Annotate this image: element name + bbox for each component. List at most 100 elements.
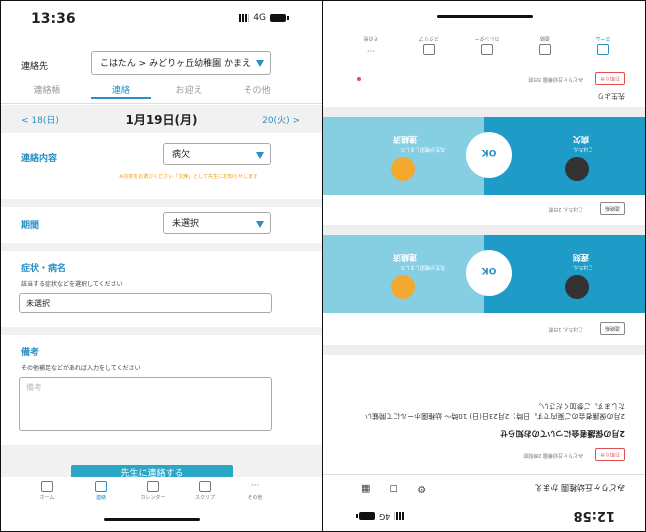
nav-scrap[interactable]: スクリプ [185,481,225,501]
section-gap [1,243,322,251]
school-name[interactable]: みどりヶ丘幼稚園 かまえ [534,482,625,493]
nav-more-label: その他 [363,35,379,41]
nav-more[interactable]: ··· その他 [351,35,391,55]
notice-card[interactable]: お知らせ みどりヶ丘幼稚園 2時間前 2月の保護者会についてのお知らせ 2月の保… [323,355,645,473]
more-icon: ··· [366,45,376,55]
symptom-label: 症状・病名 [21,264,67,274]
content-select[interactable]: 病欠 [163,143,271,165]
symptom-value: 未選択 [26,299,50,308]
notice-meta: みどりヶ丘幼稚園 2時間前 [523,452,583,458]
notice-card-2[interactable]: 先生より お知らせ みどりヶ丘幼稚園 3日前 [323,57,645,107]
right-phone-wrapper: 12:58 4G みどりヶ丘幼稚園 かまえ ⚙ ◻ ▦ お知らせ みどりヶ丘幼稚… [323,1,645,531]
band-sub-left: こはたん [573,264,593,270]
calendar-icon [481,44,493,55]
notice-title: 2月の保護者会についてのお知らせ [499,429,625,438]
message-meta: こはたん 1日前 [548,326,583,332]
message-badge: 連絡帳 [599,322,625,335]
notice-badge: お知らせ [595,72,625,85]
nav-home-label: ホーム [595,35,611,41]
right-phone-screen: 12:58 4G みどりヶ丘幼稚園 かまえ ⚙ ◻ ▦ お知らせ みどりヶ丘幼稚… [323,1,645,531]
message-card-1[interactable]: 連絡帳 こはたん 1日前 [323,313,645,345]
bottom-nav: ホーム 連絡 カレンダー スクリプ ··· その他 [323,19,645,59]
symptom-hint: 該当する症状などを選択してください [21,281,123,288]
child-avatar [565,275,589,299]
message-badge: 連絡帳 [599,202,625,215]
band-status-right: 連絡済 [393,135,417,144]
message-icon [539,44,551,55]
section-gap [1,199,322,207]
period-label: 期間 [21,221,40,231]
header-icons[interactable]: ⚙ ◻ ▦ [353,483,426,494]
status-time: 12:58 [573,508,615,523]
tab-notebook[interactable]: 連絡帳 [17,83,77,96]
content-note: ※内容をお選びください「欠席」として先生にお知らせします [119,174,258,180]
symptom-field[interactable]: 未選択 [19,293,272,313]
nav-calendar[interactable]: カレンダー [133,481,173,501]
content-label: 連絡内容 [21,154,58,164]
nav-more-label: その他 [247,495,263,501]
nav-contact[interactable]: 連絡 [81,481,121,501]
left-phone-screen: 13:36 4G 連絡先 こはたん > みどりヶ丘幼稚園 かまえ 連絡帳 連絡 … [1,1,322,531]
next-date-button[interactable]: 20(火) > [262,113,300,126]
notice-meta: みどりヶ丘幼稚園 3日前 [528,76,583,82]
network-label: 4G [253,13,266,23]
band-sub-right: 先生が確認しました [399,146,445,152]
nav-calendar[interactable]: カレンダー [467,35,507,55]
tab-pickup[interactable]: お迎え [159,83,219,96]
remarks-section: 備考 その他補足などがあれば入力をしてください 備考 [1,335,322,445]
symptom-section: 症状・病名 該当する症状などを選択してください 未選択 [1,251,322,327]
band-status-left: 病欠 [573,135,589,144]
nav-scrap-label: スクリプ [194,495,215,501]
tab-bar: 連絡帳 連絡 お迎え その他 [1,83,322,104]
message-meta: こはたん 2日前 [548,206,583,212]
active-tab-indicator [91,97,151,99]
card-gap [323,345,645,355]
period-select[interactable]: 未選択 [163,212,271,234]
school-avatar [391,275,415,299]
remarks-textarea[interactable]: 備考 [19,377,272,431]
nav-scrap[interactable]: スクリプ [409,35,449,55]
home-icon [41,481,53,492]
band-sub-left: こはたん [573,146,593,152]
tab-other[interactable]: その他 [227,83,287,96]
date-bar: < 18(日) 1月19日(月) 20(火) > [1,105,322,133]
battery-icon [270,14,289,22]
ok-circle[interactable]: OK [466,250,512,296]
calendar-icon [147,481,159,492]
band-right [323,235,484,313]
band-status-right: 連絡済 [393,253,417,262]
nav-scrap-label: スクリプ [419,35,440,41]
nav-contact-label: 連絡 [540,35,551,41]
contact-select[interactable]: こはたん > みどりヶ丘幼稚園 かまえ [91,51,271,75]
ok-circle[interactable]: OK [466,132,512,178]
nav-home[interactable]: ホーム [583,35,623,55]
remarks-hint: その他補足などがあれば入力をしてください [21,365,141,372]
chevron-down-icon [256,152,264,159]
band-sub-right: 先生が確認しました [399,264,445,270]
band-right [323,117,484,195]
header: みどりヶ丘幼稚園 かまえ ⚙ ◻ ▦ [323,474,645,499]
child-avatar [565,157,589,181]
home-indicator [437,15,533,18]
signal-icon [239,14,250,22]
content-value: 病欠 [172,150,191,160]
period-section: 期間 未選択 [1,207,322,243]
nav-more[interactable]: ··· その他 [235,481,275,501]
remarks-label: 備考 [21,348,40,358]
notice-footer: 先生より [597,92,625,100]
nav-calendar-label: カレンダー [140,495,166,501]
status-bar: 13:36 4G [1,11,322,35]
school-avatar [391,157,415,181]
message-card-2[interactable]: 連絡帳 こはたん 2日前 [323,193,645,225]
chevron-down-icon [256,221,264,228]
contact-value: こはたん > みどりヶ丘幼稚園 かまえ [100,59,251,69]
nav-home[interactable]: ホーム [27,481,67,501]
nav-calendar-label: カレンダー [474,35,500,41]
bottom-nav: ホーム 連絡 カレンダー スクリプ ··· その他 [1,477,322,511]
notice-badge: お知らせ [595,448,625,461]
tab-contact[interactable]: 連絡 [91,83,151,96]
notice-body: 2月の保護者会のご案内です。日時：2月23日(日) 10時〜 幼稚園ホールにて開… [365,402,625,420]
contact-label: 連絡先 [21,62,49,72]
home-icon [597,44,609,55]
nav-contact[interactable]: 連絡 [525,35,565,55]
